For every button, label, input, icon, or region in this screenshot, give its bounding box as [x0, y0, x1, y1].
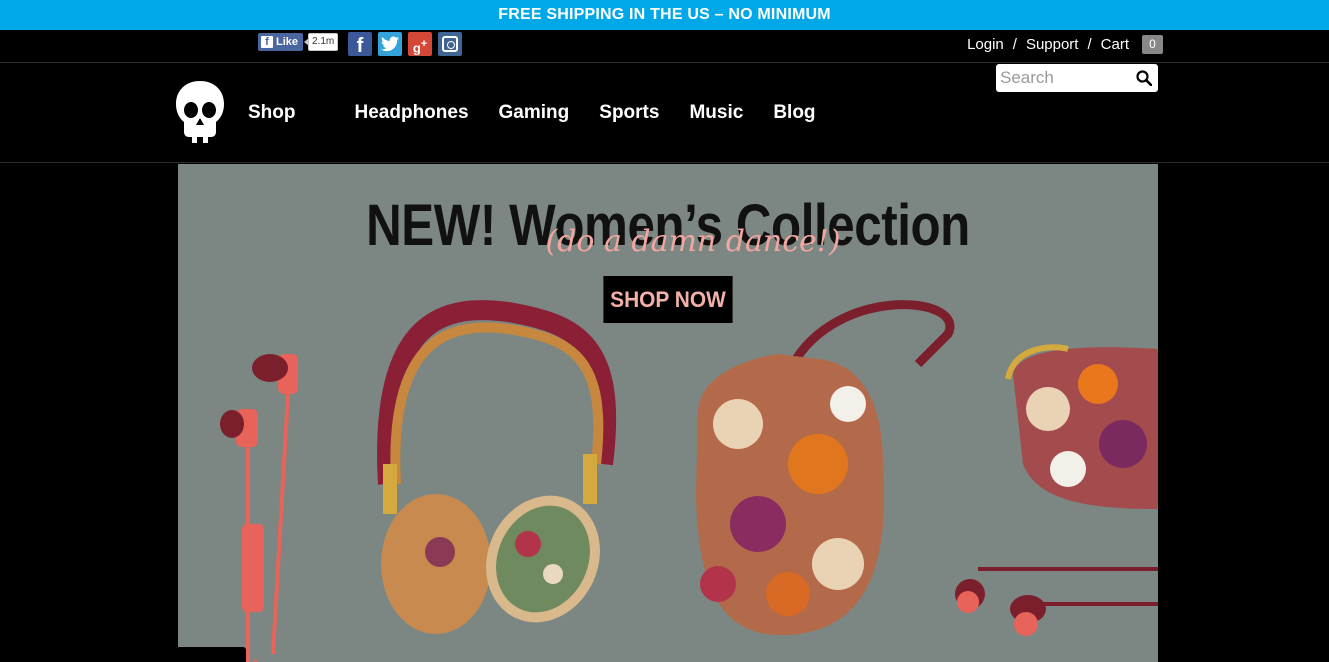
separator: / [1012, 36, 1017, 53]
free-shipping-text: FREE SHIPPING IN THE US – NO MINIMUM [498, 6, 831, 23]
separator: / [1087, 36, 1092, 53]
nav-menu: Shop Headphones Gaming Sports Music Blog [248, 102, 846, 124]
nav-gaming[interactable]: Gaming [499, 102, 570, 124]
facebook-icon[interactable]: f [348, 32, 372, 57]
instagram-icon[interactable] [438, 32, 462, 56]
search-box [996, 64, 1158, 92]
earbuds-burgundy-image [955, 567, 1158, 636]
support-link[interactable]: Support [1026, 36, 1079, 53]
twitter-icon[interactable] [378, 32, 402, 56]
like-label: Like [276, 36, 299, 48]
nav-shop[interactable]: Shop [248, 102, 296, 124]
like-count: 2.1m [303, 33, 339, 51]
cart-count-badge[interactable]: 0 [1142, 35, 1163, 54]
facebook-like-button[interactable]: f Like [258, 33, 304, 51]
cart-link[interactable]: Cart [1101, 36, 1129, 53]
shop-now-button[interactable]: SHOP NOW [603, 276, 733, 323]
facebook-like-widget[interactable]: f Like 2.1m [258, 33, 339, 51]
nav-music[interactable]: Music [689, 102, 743, 124]
search-input[interactable] [996, 65, 1126, 91]
skullcandy-logo-icon[interactable] [172, 79, 228, 147]
headphones-tan-image [377, 300, 617, 634]
free-shipping-banner[interactable]: FREE SHIPPING IN THE US – NO MINIMUM [0, 0, 1329, 30]
utility-bar: f Like 2.1m f g+ Login / Support / Cart … [0, 30, 1329, 63]
account-links: Login / Support / Cart 0 [967, 35, 1163, 54]
coin-purse-image [1005, 344, 1158, 509]
search-icon[interactable] [1136, 70, 1152, 86]
slider-controls[interactable] [178, 647, 246, 662]
facebook-f-icon: f [261, 36, 273, 48]
google-plus-icon[interactable]: g+ [408, 32, 432, 56]
earbuds-coral-image [220, 354, 298, 662]
floral-pouch-image [696, 300, 955, 636]
nav-blog[interactable]: Blog [773, 102, 815, 124]
nav-sports[interactable]: Sports [599, 102, 659, 124]
nav-headphones[interactable]: Headphones [355, 102, 469, 124]
main-navigation: Shop Headphones Gaming Sports Music Blog [0, 63, 1329, 163]
login-link[interactable]: Login [967, 36, 1004, 53]
hero-banner[interactable]: NEW! Women’s Collection (do a damn dance… [178, 164, 1158, 662]
hero-script-tagline: (do a damn dance!) [545, 224, 841, 259]
